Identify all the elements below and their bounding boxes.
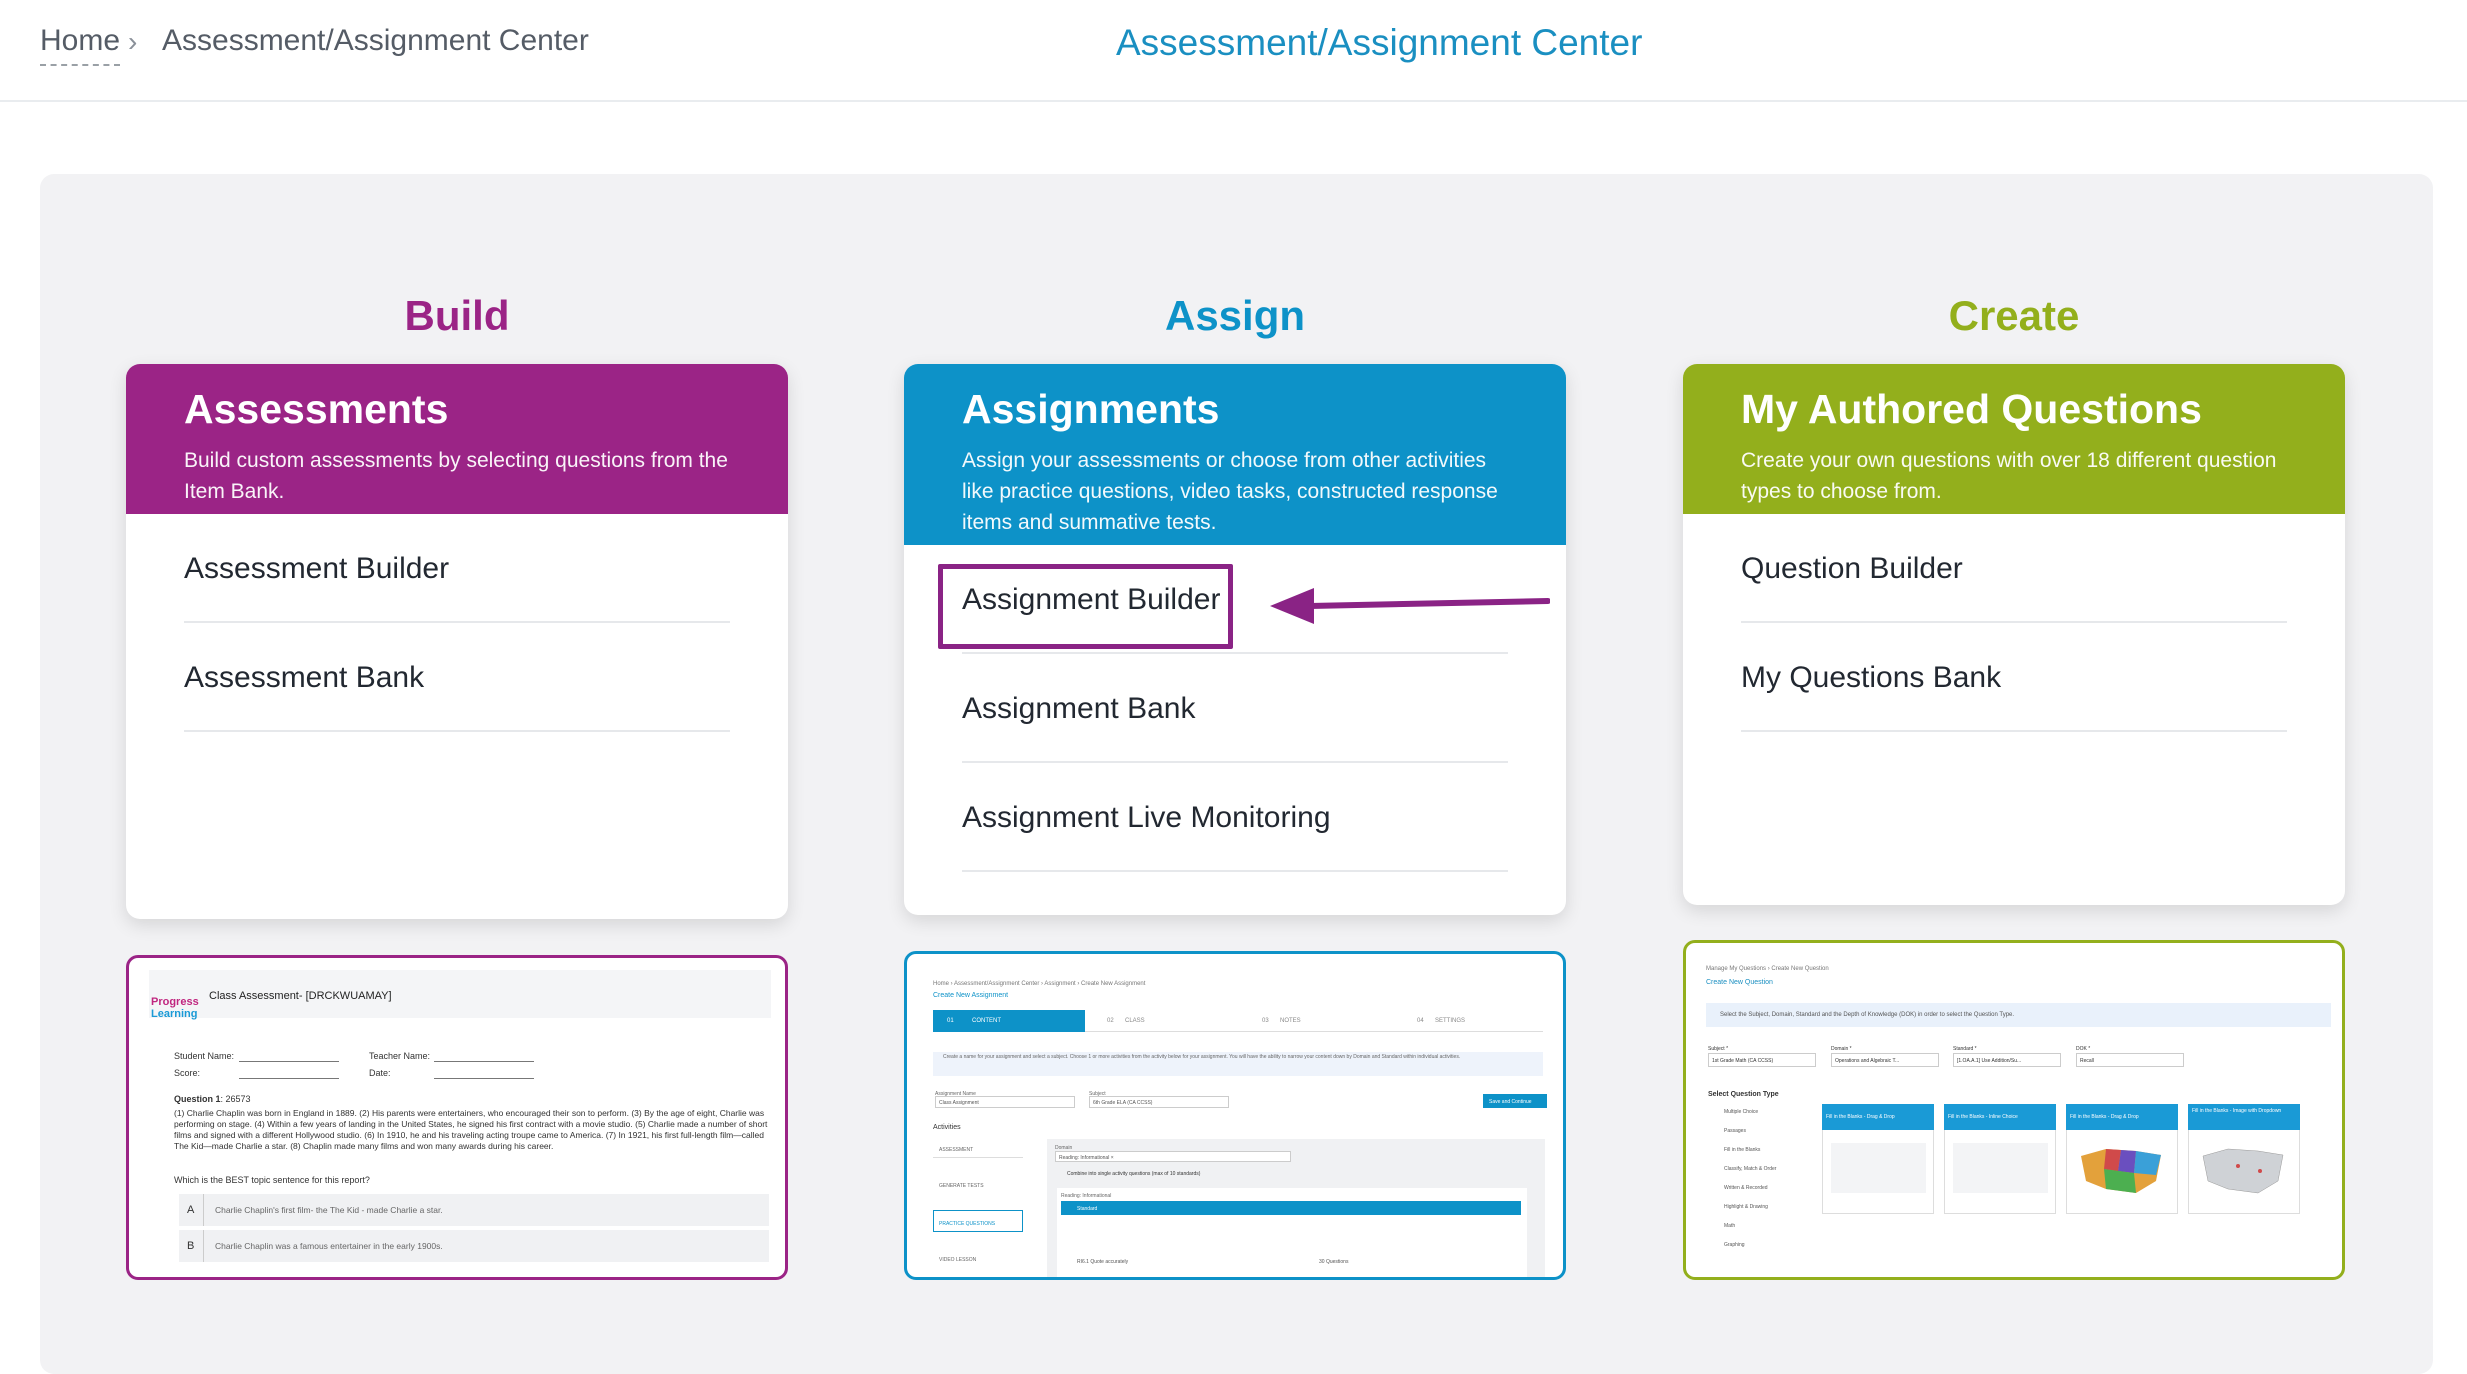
pointer-arrow-icon (1270, 588, 1550, 624)
assignment-live-monitoring-link[interactable]: Assignment Live Monitoring (962, 763, 1508, 872)
authored-questions-description: Create your own questions with over 18 d… (1741, 449, 2277, 504)
assignments-card-header: Assignments Assign your assessments or c… (904, 364, 1566, 545)
assignment-preview-thumbnail[interactable]: Home › Assessment/Assignment Center › As… (904, 951, 1566, 1280)
us-map-colored-icon (2081, 1149, 2161, 1193)
preview-option-a: A Charlie Chaplin's first film- the The … (179, 1194, 769, 1226)
preview-option-b: B Charlie Chaplin was a famous entertain… (179, 1230, 769, 1262)
assignment-bank-link[interactable]: Assignment Bank (962, 654, 1508, 763)
preview-teacher-name: Teacher Name: (369, 1051, 431, 1061)
preview-assign-title: Create New Assignment (933, 992, 1009, 999)
authored-questions-card: My Authored Questions Create your own qu… (1683, 364, 2345, 905)
chevron-right-icon: › (128, 26, 138, 57)
us-map-grey-icon (2202, 1148, 2284, 1194)
assessments-title: Assessments (184, 386, 449, 432)
preview-step-content (933, 1010, 1085, 1032)
preview-assign-info: Create a name for your assignment and se… (943, 1054, 1461, 1060)
preview-question-label: Question 1: 26573 (174, 1094, 251, 1104)
authored-questions-card-header: My Authored Questions Create your own qu… (1683, 364, 2345, 514)
my-questions-bank-link[interactable]: My Questions Bank (1741, 623, 2287, 732)
preview-logo: Progress Learning (151, 996, 199, 1020)
preview-prompt: Which is the BEST topic sentence for thi… (174, 1175, 370, 1185)
assignments-description: Assign your assessments or choose from o… (962, 449, 1498, 535)
preview-score: Score: (174, 1068, 201, 1078)
top-bar: Home › Assessment/Assignment Center Asse… (0, 0, 2467, 102)
assessment-preview-thumbnail[interactable]: Progress Learning Class Assessment- [DRCK… (126, 955, 788, 1280)
assignments-title: Assignments (962, 386, 1220, 432)
question-preview-thumbnail[interactable]: Manage My Questions › Create New Questio… (1683, 940, 2345, 1280)
question-builder-link[interactable]: Question Builder (1741, 514, 2287, 623)
build-heading: Build (404, 292, 510, 339)
preview-date: Date: (369, 1068, 391, 1078)
breadcrumb-home-link[interactable]: Home (40, 24, 121, 66)
preview-create-info: Select the Subject, Domain, Standard and… (1720, 1012, 2015, 1018)
preview-doc-title: Class Assessment- [DRCKWUAMAY] (209, 990, 392, 1002)
preview-passage: (1) Charlie Chaplin was born in England … (174, 1108, 768, 1151)
breadcrumb-current: Assessment/Assignment Center (162, 24, 589, 57)
create-heading: Create (1948, 292, 2080, 339)
preview-create-title: Create New Question (1706, 979, 1773, 986)
assessment-builder-link[interactable]: Assessment Builder (184, 514, 730, 623)
preview-assign-breadcrumb: Home › Assessment/Assignment Center › As… (933, 981, 1146, 987)
assessments-card-header: Assessments Build custom assessments by … (126, 364, 788, 514)
page-title: Assessment/Assignment Center (1116, 22, 1643, 63)
assessments-card: Assessments Build custom assessments by … (126, 364, 788, 919)
assessment-bank-link[interactable]: Assessment Bank (184, 623, 730, 732)
authored-questions-title: My Authored Questions (1741, 386, 2202, 432)
assignment-builder-highlight (938, 564, 1233, 649)
assessments-description: Build custom assessments by selecting qu… (184, 449, 728, 504)
preview-create-breadcrumb: Manage My Questions › Create New Questio… (1706, 966, 1829, 972)
assign-heading: Assign (1164, 292, 1306, 339)
preview-student-name: Student Name: (174, 1051, 235, 1061)
